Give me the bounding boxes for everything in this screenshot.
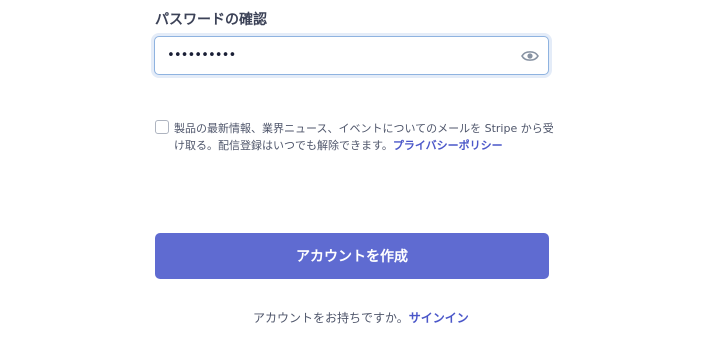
signin-prompt: アカウントをお持ちですか。	[253, 311, 409, 325]
privacy-policy-link[interactable]: プライバシーポリシー	[393, 139, 503, 152]
confirm-password-label: パスワードの確認	[155, 12, 267, 28]
newsletter-checkbox[interactable]	[155, 120, 169, 134]
eye-icon[interactable]	[521, 48, 539, 64]
create-account-button[interactable]: アカウントを作成	[155, 233, 549, 279]
confirm-password-input[interactable]	[167, 37, 507, 74]
consent-text: 製品の最新情報、業界ニュース、イベントについてのメールを Stripe から受け…	[174, 120, 554, 154]
signin-link[interactable]: サインイン	[409, 311, 469, 325]
confirm-password-field[interactable]	[154, 36, 549, 75]
